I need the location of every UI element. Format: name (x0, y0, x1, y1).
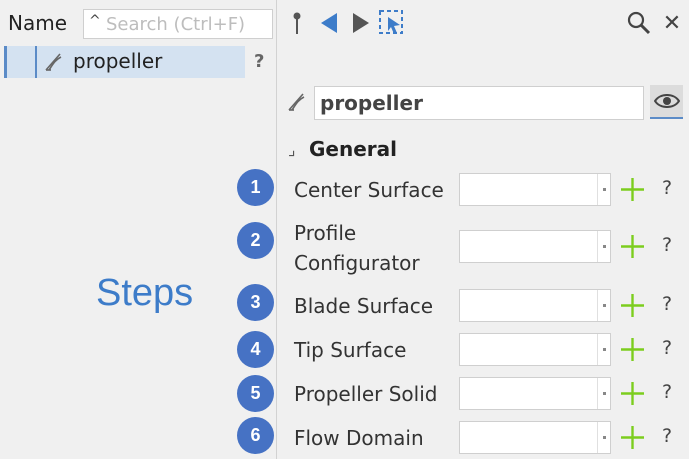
back-arrow-icon[interactable] (318, 10, 340, 36)
tree-help-button[interactable]: ? (254, 51, 264, 72)
search-icon[interactable] (626, 10, 652, 36)
blade-surface-select[interactable] (459, 289, 611, 322)
tree-panel: Name ^ propeller ? Steps (0, 0, 277, 459)
add-plus-icon[interactable] (619, 176, 646, 203)
field-label-center-surface: Center Surface (294, 178, 444, 202)
propeller-feature-icon (288, 93, 305, 111)
forward-arrow-icon[interactable] (350, 10, 372, 36)
field-label-tip-surface: Tip Surface (294, 338, 407, 362)
group-collapse-icon[interactable]: ⌟ (288, 140, 296, 159)
steps-annotation: Steps (96, 272, 194, 314)
field-label-blade-surface: Blade Surface (294, 294, 434, 318)
step-badge-4: 4 (237, 331, 274, 368)
field-label-flow-domain: Flow Domain (294, 426, 424, 450)
help-button[interactable]: ? (662, 425, 672, 447)
sort-caret-icon[interactable]: ^ (89, 13, 101, 29)
field-label-propeller-solid: Propeller Solid (294, 382, 438, 406)
step-badge-6: 6 (237, 417, 274, 454)
dropdown-arrow-icon[interactable] (597, 231, 610, 262)
help-button[interactable]: ? (662, 381, 672, 403)
flow-domain-select[interactable] (459, 421, 611, 454)
group-title: General (309, 137, 397, 161)
dropdown-arrow-icon[interactable] (597, 422, 610, 453)
help-button[interactable]: ? (662, 293, 672, 315)
help-button[interactable]: ? (662, 337, 672, 359)
pin-icon[interactable] (290, 10, 304, 36)
field-label-profile-configurator: Profile Configurator (294, 221, 420, 275)
add-plus-icon[interactable] (619, 380, 646, 407)
close-icon[interactable]: ✕ (662, 10, 682, 36)
dropdown-arrow-icon[interactable] (597, 378, 610, 409)
dropdown-arrow-icon[interactable] (597, 174, 610, 205)
tree-item-label: propeller (73, 49, 163, 73)
eye-icon (653, 94, 680, 108)
help-button[interactable]: ? (662, 234, 672, 256)
property-panel: ✕ propeller ⌟ General Center Surface ? P… (278, 0, 689, 459)
dropdown-arrow-icon[interactable] (597, 290, 610, 321)
visibility-toggle[interactable] (650, 85, 683, 119)
propeller-solid-select[interactable] (459, 377, 611, 410)
center-surface-select[interactable] (459, 173, 611, 206)
propeller-feature-icon (45, 53, 62, 71)
tip-surface-select[interactable] (459, 333, 611, 366)
add-plus-icon[interactable] (619, 292, 646, 319)
profile-configurator-select[interactable] (459, 230, 611, 263)
search-input[interactable] (106, 11, 270, 37)
step-badge-1: 1 (237, 169, 274, 206)
tree-item-propeller[interactable]: propeller (4, 46, 245, 78)
object-name-field[interactable]: propeller (314, 86, 644, 120)
tree-row-indicator (35, 46, 37, 78)
help-button[interactable]: ? (662, 177, 672, 199)
name-column-header[interactable]: Name (8, 11, 67, 35)
step-badge-3: 3 (237, 284, 274, 321)
add-plus-icon[interactable] (619, 336, 646, 363)
step-badge-5: 5 (237, 375, 274, 412)
select-cursor-icon[interactable] (378, 10, 406, 36)
tree-header: Name ^ (0, 7, 277, 41)
dropdown-arrow-icon[interactable] (597, 334, 610, 365)
add-plus-icon[interactable] (619, 424, 646, 451)
search-box[interactable]: ^ (83, 9, 273, 39)
add-plus-icon[interactable] (619, 233, 646, 260)
step-badge-2: 2 (237, 222, 274, 259)
